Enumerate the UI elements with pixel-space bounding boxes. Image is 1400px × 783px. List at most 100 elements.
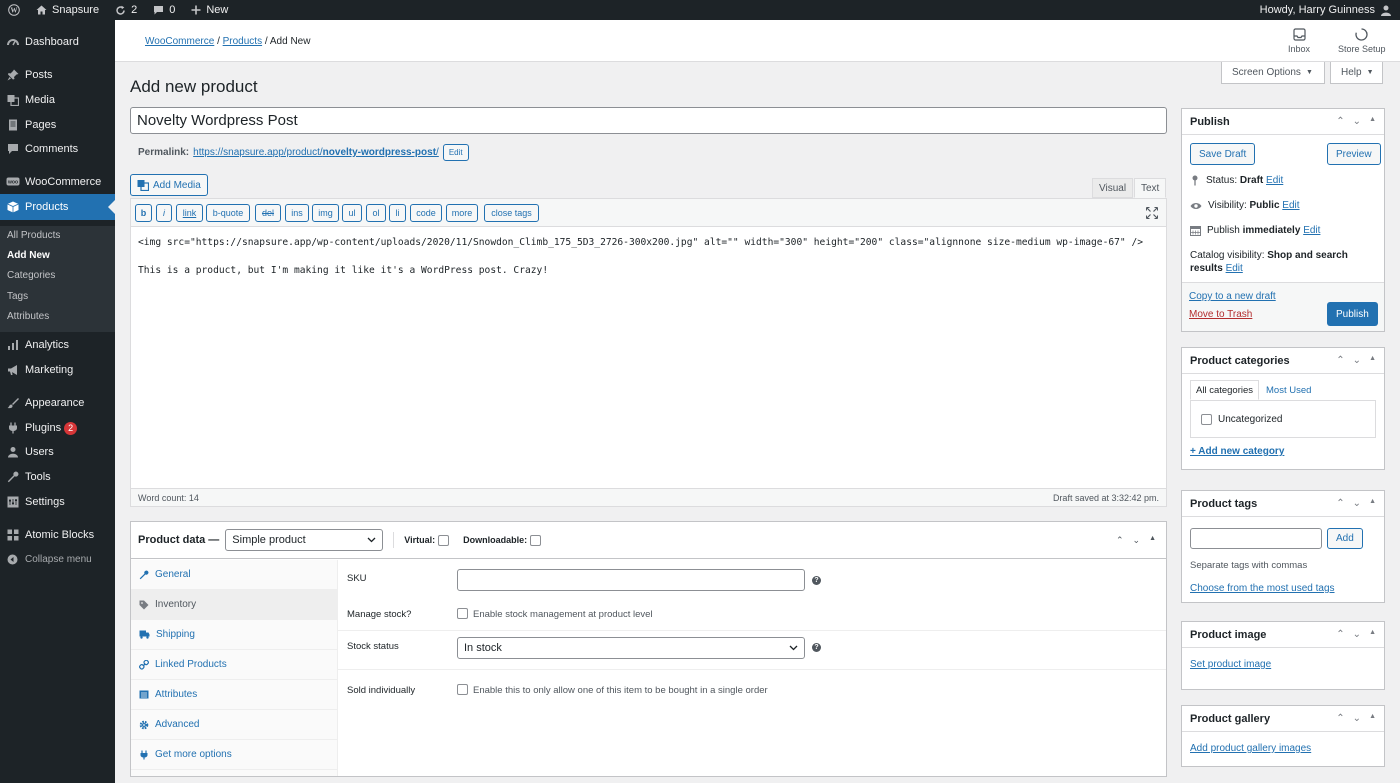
move-down-icon[interactable]: ⌄ (1133, 535, 1141, 546)
move-up-icon[interactable]: ⌃ (1336, 498, 1344, 509)
tab-shipping[interactable]: Shipping (131, 620, 338, 650)
sidebar-item-tools[interactable]: Tools (0, 466, 115, 488)
add-gallery-images-link[interactable]: Add product gallery images (1190, 743, 1311, 754)
downloadable-checkbox[interactable] (530, 534, 542, 546)
my-account-link[interactable]: Howdy, Harry Guinness (1252, 0, 1400, 20)
quicktag-ins-button[interactable]: ins (285, 204, 309, 222)
add-new-category-link[interactable]: + Add new category (1190, 446, 1284, 457)
breadcrumb-woocommerce[interactable]: WooCommerce (145, 36, 214, 47)
tab-all-categories[interactable]: All categories (1190, 380, 1260, 400)
quicktag-del-button[interactable]: del (255, 204, 281, 222)
quicktag-bold-button[interactable]: b (135, 204, 152, 222)
comments-link[interactable]: 0 (145, 0, 183, 20)
quicktag-img-button[interactable]: img (312, 204, 339, 222)
sidebar-item-appearance[interactable]: Appearance (0, 392, 115, 414)
tag-input[interactable] (1190, 528, 1322, 549)
quicktag-code-button[interactable]: code (410, 204, 442, 222)
add-media-button[interactable]: Add Media (130, 174, 208, 196)
visibility-edit-link[interactable]: Edit (1282, 200, 1299, 211)
sidebar-item-plugins[interactable]: Plugins 2 (0, 417, 115, 439)
tab-advanced[interactable]: Advanced (131, 710, 338, 740)
quicktag-ol-button[interactable]: ol (366, 204, 386, 222)
submenu-categories[interactable]: Categories (7, 270, 55, 281)
publish-date-edit-link[interactable]: Edit (1303, 225, 1320, 236)
status-edit-link[interactable]: Edit (1266, 175, 1283, 186)
move-up-icon[interactable]: ⌃ (1336, 629, 1344, 640)
preview-button[interactable]: Preview (1327, 143, 1381, 165)
quicktag-blockquote-button[interactable]: b-quote (206, 204, 250, 222)
toggle-panel-icon[interactable]: ▲ (1369, 116, 1376, 127)
tab-most-used[interactable]: Most Used (1266, 385, 1311, 396)
help-tip-icon[interactable]: ? (812, 643, 821, 652)
content-editor[interactable]: b i link b-quote del ins img ul ol li co… (130, 198, 1167, 507)
quicktag-li-button[interactable]: li (389, 204, 406, 222)
wordpress-logo-icon[interactable]: W (0, 0, 28, 20)
permalink-edit-button[interactable]: Edit (442, 144, 469, 161)
move-down-icon[interactable]: ⌄ (1353, 629, 1361, 640)
sidebar-item-dashboard[interactable]: Dashboard (0, 31, 115, 53)
toggle-panel-icon[interactable]: ▲ (1369, 498, 1376, 509)
move-up-icon[interactable]: ⌃ (1116, 535, 1124, 546)
tab-attributes[interactable]: Attributes (131, 680, 338, 710)
tab-visual[interactable]: Visual (1092, 178, 1134, 198)
toggle-panel-icon[interactable]: ▲ (1369, 713, 1376, 724)
move-down-icon[interactable]: ⌄ (1353, 116, 1361, 127)
screen-options-toggle[interactable]: Screen Options ▼ (1221, 62, 1325, 84)
move-down-icon[interactable]: ⌄ (1353, 713, 1361, 724)
new-content-link[interactable]: New (183, 0, 236, 20)
submenu-all-products[interactable]: All Products (7, 230, 60, 241)
move-up-icon[interactable]: ⌃ (1336, 355, 1344, 366)
manage-stock-checkbox[interactable] (457, 608, 468, 619)
set-product-image-link[interactable]: Set product image (1190, 659, 1271, 670)
publish-button[interactable]: Publish (1327, 302, 1378, 326)
quicktag-link-button[interactable]: link (176, 204, 203, 222)
submenu-add-new[interactable]: Add New (7, 250, 50, 261)
toggle-panel-icon[interactable]: ▲ (1369, 629, 1376, 640)
sku-input[interactable] (457, 569, 805, 591)
sidebar-item-atomic-blocks[interactable]: Atomic Blocks (0, 524, 115, 546)
quicktag-italic-button[interactable]: i (156, 204, 172, 222)
toggle-panel-icon[interactable]: ▲ (1369, 355, 1376, 366)
sold-individually-checkbox[interactable] (457, 684, 468, 695)
product-type-select[interactable]: Simple product (225, 529, 384, 551)
move-up-icon[interactable]: ⌃ (1336, 713, 1344, 724)
quicktag-more-button[interactable]: more (446, 204, 478, 222)
move-down-icon[interactable]: ⌄ (1353, 498, 1361, 509)
quicktag-ul-button[interactable]: ul (342, 204, 362, 222)
catalog-visibility-edit-link[interactable]: Edit (1226, 263, 1243, 274)
tab-linked-products[interactable]: Linked Products (131, 650, 338, 680)
tab-get-more-options[interactable]: Get more options (131, 740, 338, 770)
updates-link[interactable]: 2 (107, 0, 145, 20)
tab-inventory[interactable]: Inventory (131, 590, 338, 620)
sidebar-item-comments[interactable]: Comments (0, 138, 115, 160)
sidebar-item-woocommerce[interactable]: woo WooCommerce (0, 171, 115, 193)
choose-most-used-tags-link[interactable]: Choose from the most used tags (1190, 583, 1335, 594)
toggle-panel-icon[interactable]: ▲ (1149, 535, 1156, 546)
product-title-input[interactable] (130, 107, 1167, 134)
site-name-link[interactable]: Snapsure (28, 0, 107, 20)
tab-text[interactable]: Text (1134, 178, 1167, 198)
uncategorized-checkbox[interactable] (1201, 414, 1212, 425)
sidebar-item-analytics[interactable]: Analytics (0, 334, 115, 356)
move-to-trash-link[interactable]: Move to Trash (1189, 309, 1252, 320)
sidebar-item-settings[interactable]: Settings (0, 491, 115, 513)
add-tag-button[interactable]: Add (1327, 528, 1363, 549)
submenu-tags[interactable]: Tags (7, 291, 28, 302)
permalink-link[interactable]: https://snapsure.app/product/novelty-wor… (193, 147, 439, 158)
move-down-icon[interactable]: ⌄ (1353, 355, 1361, 366)
sidebar-item-products[interactable]: Products (0, 194, 115, 220)
breadcrumb-products[interactable]: Products (223, 36, 262, 47)
move-up-icon[interactable]: ⌃ (1336, 116, 1344, 127)
quicktag-close-tags-button[interactable]: close tags (484, 204, 539, 222)
fullscreen-icon[interactable] (1146, 207, 1158, 219)
copy-to-draft-link[interactable]: Copy to a new draft (1189, 291, 1276, 302)
stock-status-select[interactable]: In stock (457, 637, 805, 659)
store-setup-button[interactable]: Store Setup (1338, 28, 1386, 54)
submenu-attributes[interactable]: Attributes (7, 311, 49, 322)
sidebar-item-users[interactable]: Users (0, 441, 115, 463)
sidebar-item-posts[interactable]: Posts (0, 64, 115, 86)
sidebar-item-media[interactable]: Media (0, 89, 115, 111)
sidebar-item-marketing[interactable]: Marketing (0, 359, 115, 381)
help-tip-icon[interactable]: ? (812, 576, 821, 585)
help-toggle[interactable]: Help ▼ (1330, 62, 1383, 84)
